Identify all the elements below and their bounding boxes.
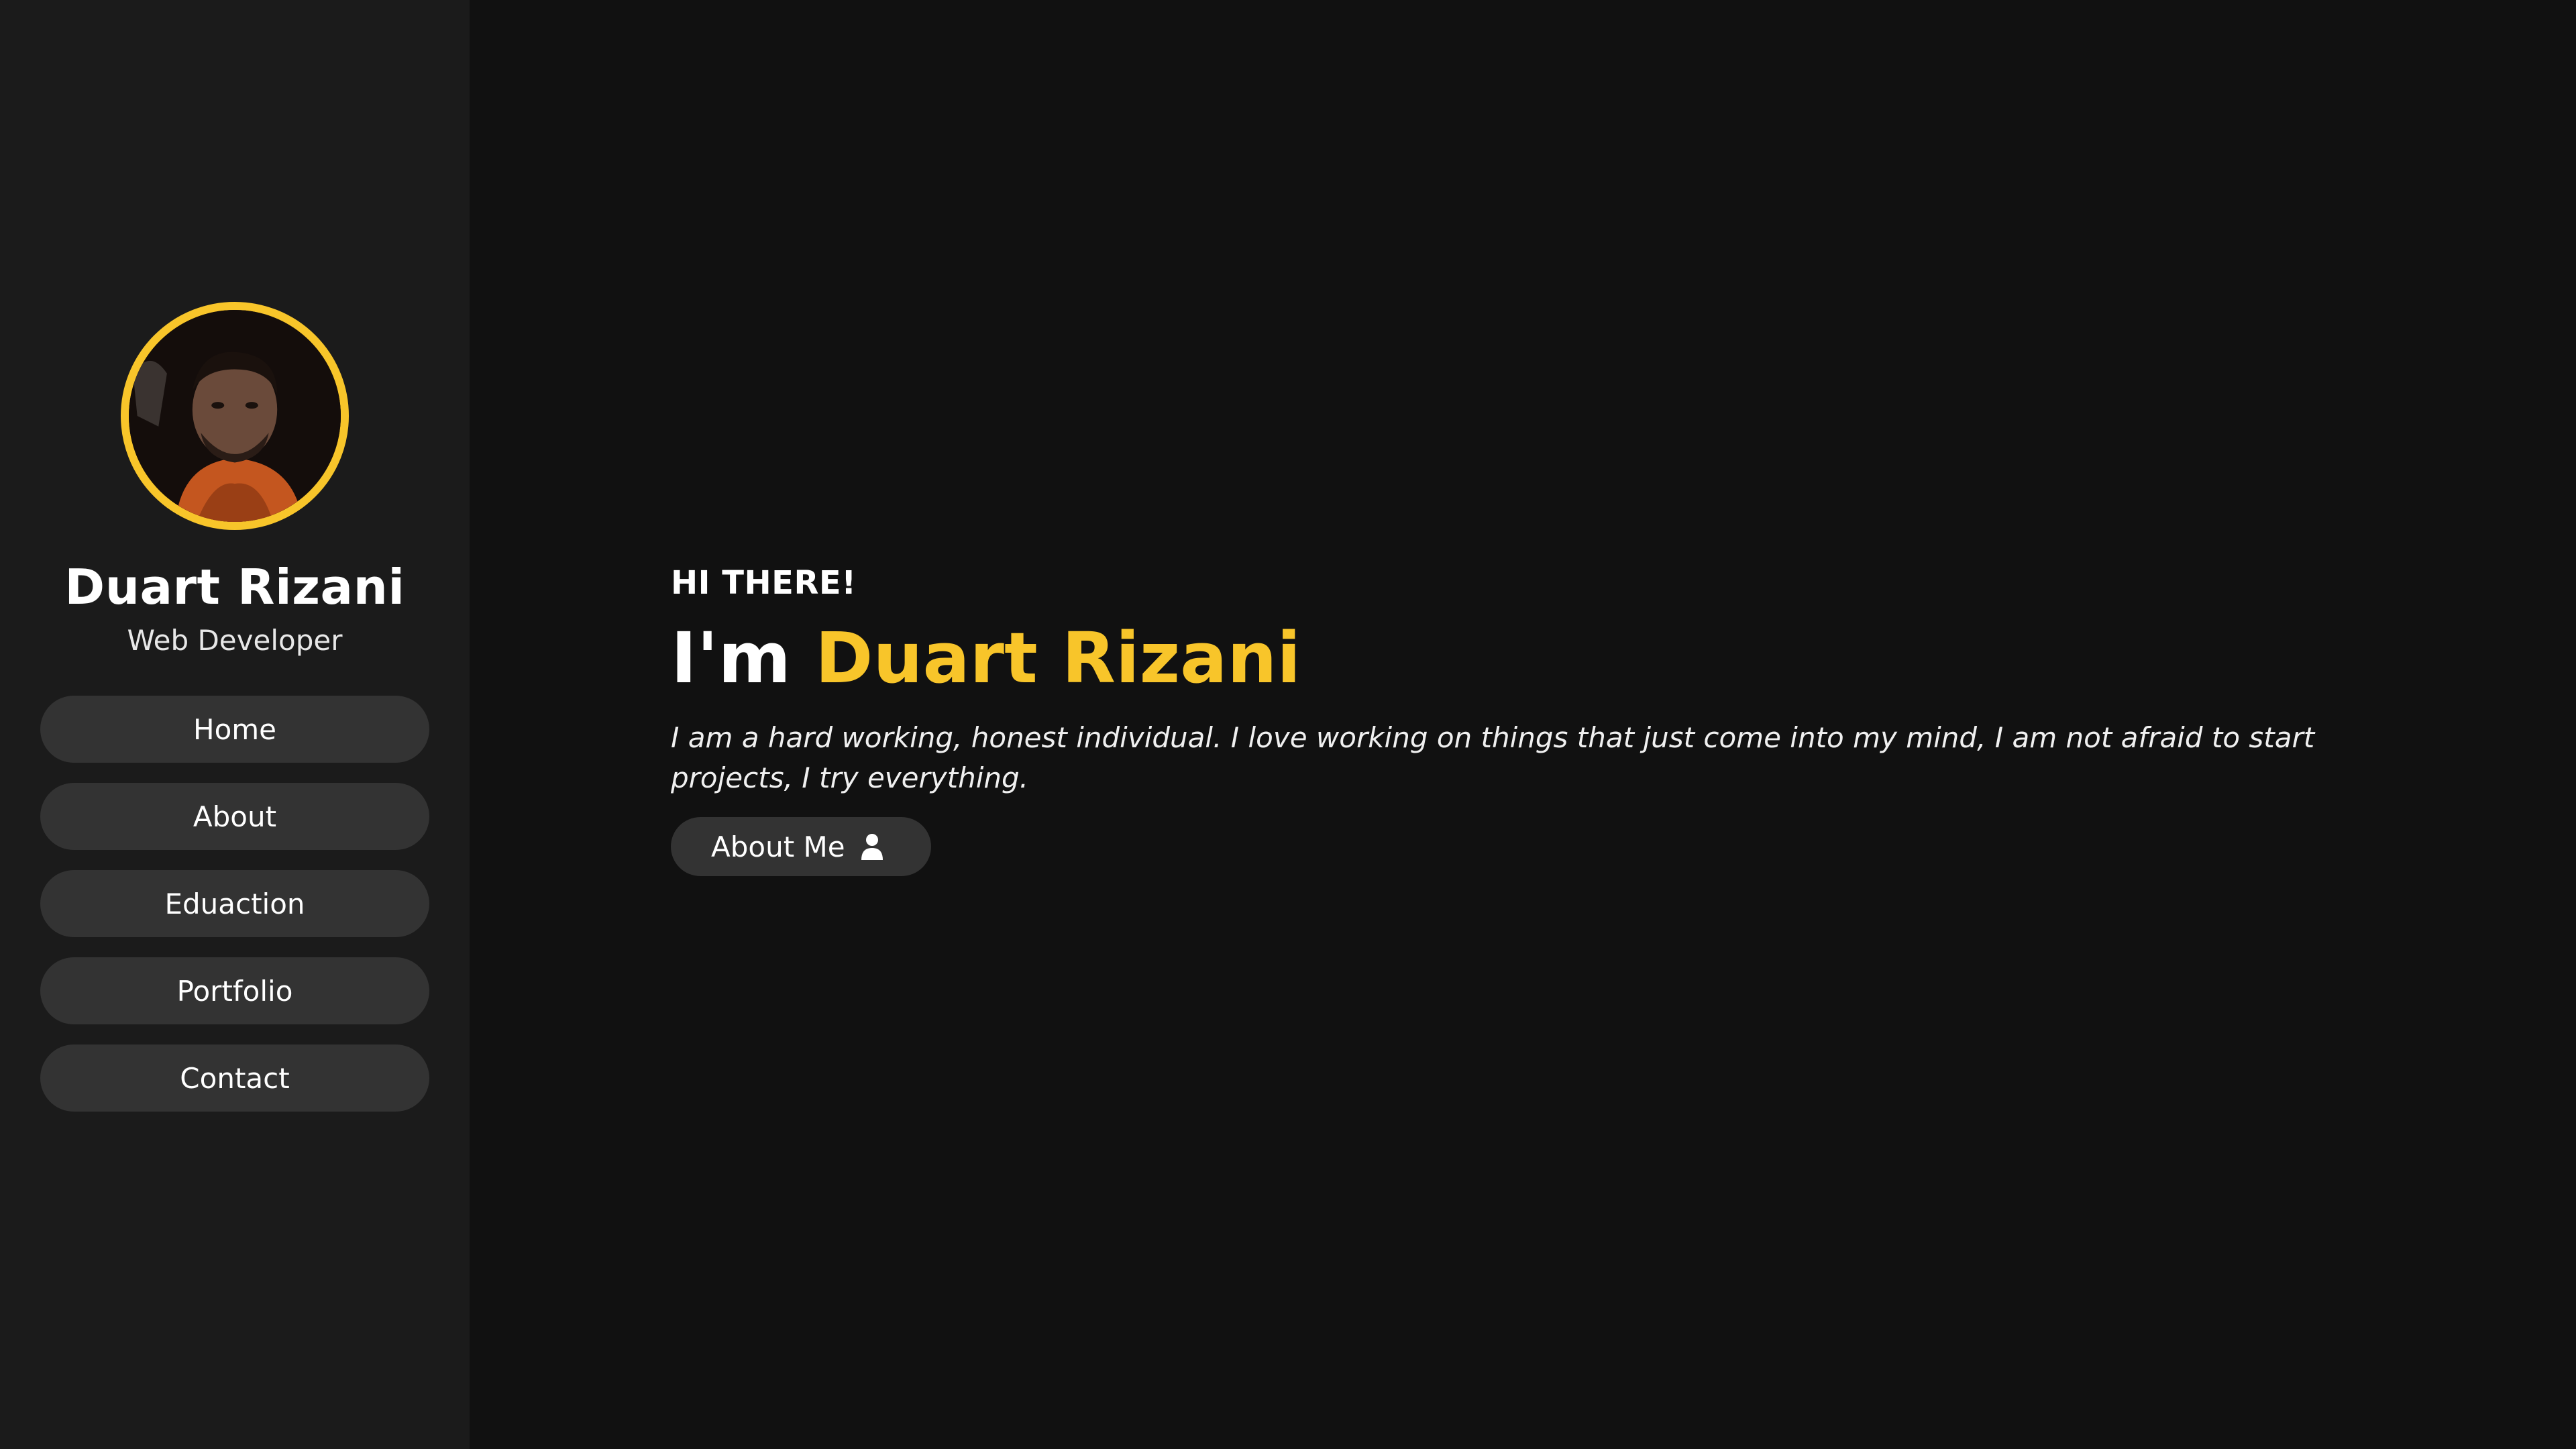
- profile-photo: [129, 310, 341, 522]
- hero-section: HI THERE! I'm Duart Rizani I am a hard w…: [671, 557, 2388, 876]
- hero-headline: I'm Duart Rizani: [671, 614, 2388, 702]
- hero-greeting: HI THERE!: [671, 564, 857, 602]
- sidebar-name: Duart Rizani: [64, 559, 405, 615]
- nav-about[interactable]: About: [40, 783, 429, 850]
- hero-intro: I am a hard working, honest individual. …: [671, 721, 2315, 794]
- sidebar-role: Web Developer: [127, 624, 343, 657]
- sidebar: Duart Rizani Web Developer Home About Ed…: [0, 0, 470, 1449]
- about-me-label: About Me: [711, 830, 845, 863]
- headline-name: Duart Rizani: [815, 617, 1301, 699]
- about-me-button[interactable]: About Me: [671, 817, 931, 876]
- nav-portfolio[interactable]: Portfolio: [40, 957, 429, 1024]
- headline-prefix: I'm: [671, 617, 791, 699]
- avatar: [121, 302, 349, 530]
- nav-home[interactable]: Home: [40, 696, 429, 763]
- user-icon: [860, 833, 884, 860]
- sidebar-nav: Home About Eduaction Portfolio Contact: [40, 696, 429, 1132]
- nav-education[interactable]: Eduaction: [40, 870, 429, 937]
- nav-contact[interactable]: Contact: [40, 1044, 429, 1112]
